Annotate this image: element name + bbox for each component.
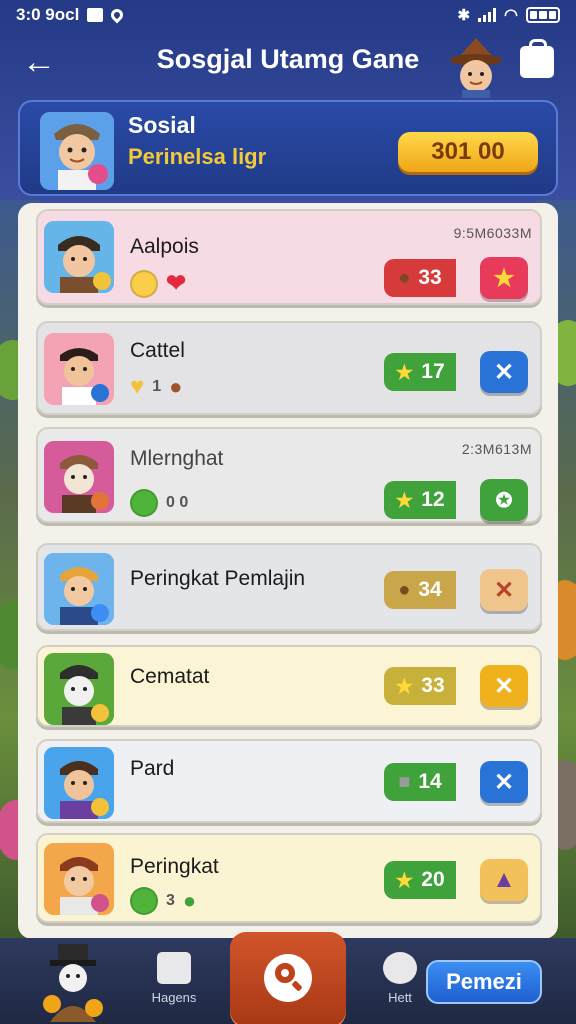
location-icon	[108, 6, 126, 24]
row-player-name: Peringkat Pemlajin	[130, 567, 306, 590]
status-time: 3:0 9ocl	[16, 5, 80, 24]
star-icon: ★	[395, 675, 414, 698]
wifi-icon: ◠	[504, 7, 518, 24]
swap-icon: ✕	[493, 358, 515, 386]
row-stat-value: 20	[421, 868, 445, 891]
player-subtitle: Perinelsa ligr	[128, 144, 267, 169]
row-avatar	[44, 221, 114, 293]
row-action-button[interactable]: ✪	[480, 479, 528, 521]
nav-item-label: Hett	[388, 990, 412, 1005]
photo-icon	[87, 8, 104, 22]
row-action-button[interactable]: ✕	[480, 761, 528, 803]
player-score-badge: 301 00	[398, 132, 538, 172]
star-icon: ★	[395, 869, 414, 892]
row-stat-pill: ● 34	[384, 571, 456, 609]
row-stat-value: 14	[418, 770, 442, 793]
close-icon: ✕	[493, 768, 515, 796]
row-stat-value: 17	[421, 360, 445, 383]
character-profile-icon[interactable]	[38, 942, 108, 1022]
search-button[interactable]	[230, 932, 346, 1024]
row-stat-pill: ★ 20	[384, 861, 456, 899]
pemezi-button[interactable]: Pemezi	[426, 960, 542, 1004]
mascot-character-icon	[450, 38, 502, 98]
star-icon: ★	[493, 264, 515, 292]
coin-icon: ●	[398, 266, 411, 289]
nav-item-hagens[interactable]: Hagens	[146, 952, 202, 1005]
tool-icon: ✕	[493, 576, 515, 604]
row-avatar	[44, 333, 114, 405]
signal-icon	[478, 8, 497, 22]
row-stat-value: 33	[418, 266, 442, 289]
nav-item-hett[interactable]: Hett	[372, 952, 428, 1005]
shop-bag-icon[interactable]	[520, 39, 554, 78]
star-icon: ★	[395, 489, 414, 512]
list-item[interactable]: Mlernghat 2:3M613M 0 0 ★ 12 ✪	[36, 427, 542, 523]
row-mini-count: 0 0	[166, 494, 189, 511]
seed-icon: ●	[169, 374, 183, 399]
seed-icon: ●	[182, 888, 197, 913]
chest-icon	[130, 269, 158, 298]
search-icon	[264, 954, 312, 1002]
row-stat-value: 34	[418, 578, 442, 601]
player-avatar	[40, 112, 114, 190]
row-player-name: Pard	[130, 757, 175, 780]
row-avatar	[44, 553, 114, 625]
row-avatar	[44, 441, 114, 513]
row-action-button[interactable]: ★	[480, 257, 528, 299]
battery-icon	[526, 7, 560, 23]
row-stat-pill: ★ 17	[384, 353, 456, 391]
row-time: 2:3M613M	[461, 441, 532, 457]
row-mini-count: 1	[152, 378, 162, 395]
gem-icon	[130, 489, 158, 517]
status-bar: 3:0 9ocl ✱ ◠	[0, 0, 576, 30]
app-header: ← Sosgjal Utamg Gane	[0, 34, 576, 98]
shield-icon: ♥	[130, 373, 145, 400]
bottom-navigation: Hagens Hett Pemezi	[0, 932, 576, 1024]
row-avatar	[44, 747, 114, 819]
wizard-icon: ▲	[492, 866, 516, 893]
list-item[interactable]: Aalpois 9:5M6033M ❤ ● 33 ★	[36, 209, 542, 305]
star-icon: ★	[395, 361, 414, 384]
badge-icon: ✪	[495, 489, 513, 512]
heart-icon: ❤	[166, 270, 187, 297]
row-player-name: Cattel	[130, 339, 185, 362]
row-action-button[interactable]: ✕	[480, 665, 528, 707]
dice-icon	[383, 952, 417, 984]
list-item[interactable]: Cattel ♥ 1 ● ★ 17 ✕	[36, 321, 542, 415]
list-item[interactable]: Pard ■ 14 ✕	[36, 739, 542, 823]
row-player-name: Peringkat	[130, 855, 219, 878]
row-player-name: Cematat	[130, 665, 210, 688]
player-profile-card: Sosial Perinelsa ligr 301 00	[18, 100, 558, 196]
nav-item-label: Hagens	[151, 990, 197, 1005]
row-action-button[interactable]: ▲	[480, 859, 528, 901]
row-action-button[interactable]: ✕	[480, 351, 528, 393]
row-time: 9:5M6033M	[453, 225, 532, 241]
row-player-name: Aalpois	[130, 235, 199, 258]
box-icon	[157, 952, 191, 984]
gem-icon: ■	[398, 770, 411, 793]
row-stat-pill: ★ 12	[384, 481, 456, 519]
list-item[interactable]: Peringkat 3 ● ★ 20 ▲	[36, 833, 542, 923]
gem-icon	[130, 887, 158, 915]
list-item[interactable]: Cematat ★ 33 ✕	[36, 645, 542, 727]
row-stat-value: 33	[421, 674, 445, 697]
row-stat-value: 12	[421, 488, 445, 511]
swap-icon: ✕	[493, 672, 515, 700]
leaderboard-list: Aalpois 9:5M6033M ❤ ● 33 ★ Cattel ♥ 1 ● …	[18, 203, 558, 939]
player-name: Sosial	[128, 112, 196, 138]
row-mini-count: 3	[166, 892, 175, 909]
row-avatar	[44, 843, 114, 915]
row-action-button[interactable]: ✕	[480, 569, 528, 611]
coin-icon: ●	[398, 578, 411, 601]
row-stat-pill: ★ 33	[384, 667, 456, 705]
bluetooth-icon: ✱	[457, 7, 471, 24]
row-stat-pill: ■ 14	[384, 763, 456, 801]
row-stat-pill: ● 33	[384, 259, 456, 297]
row-avatar	[44, 653, 114, 725]
list-item[interactable]: Peringkat Pemlajin ● 34 ✕	[36, 543, 542, 631]
row-player-name: Mlernghat	[130, 447, 224, 470]
